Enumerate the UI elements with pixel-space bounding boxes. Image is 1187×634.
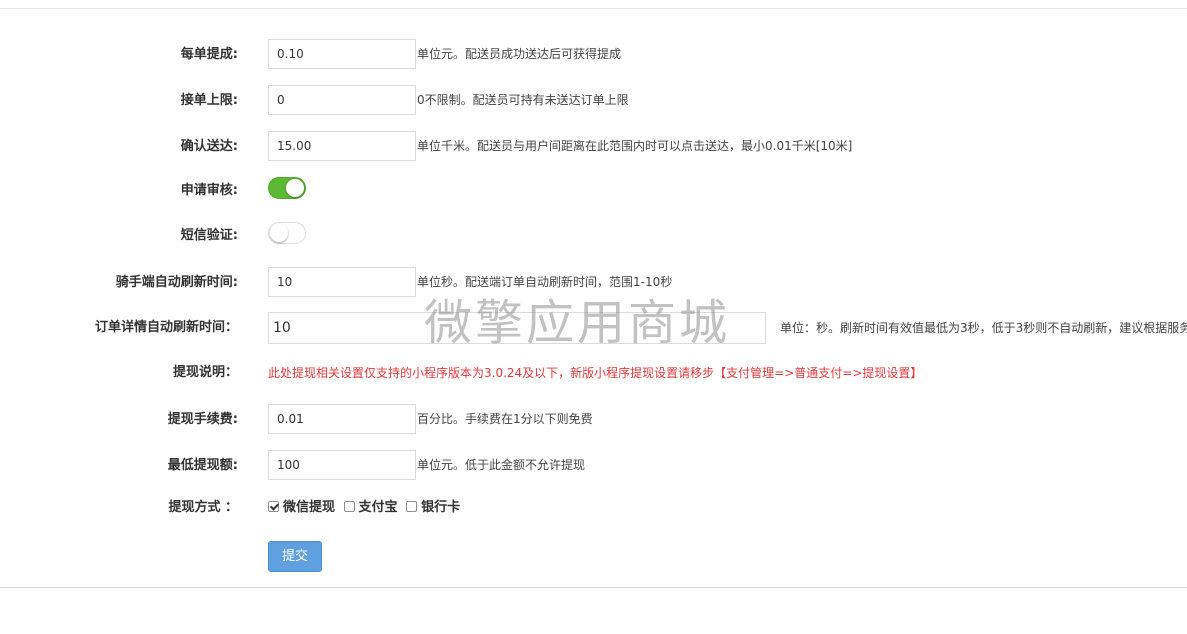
row-withdraw-note: 提现说明： 此处提现相关设置仅支持的小程序版本为3.0.24及以下，新版小程序提… xyxy=(0,357,1187,389)
toggle-knob xyxy=(286,179,304,197)
checkbox-icon[interactable] xyxy=(343,501,355,512)
min-withdraw-input[interactable]: 100 xyxy=(268,450,416,480)
withdraw-method-alipay[interactable]: 支付宝 xyxy=(343,500,398,515)
row-rider-refresh: 骑手端自动刷新时间: 10 单位秒。配送端订单自动刷新时间，范围1-10秒 xyxy=(0,267,1187,299)
withdraw-method-label: 支付宝 xyxy=(358,500,398,515)
rider-refresh-input[interactable]: 10 xyxy=(268,267,416,297)
withdraw-methods-label: 提现方式 ： xyxy=(168,500,238,515)
checkbox-checked-icon[interactable] xyxy=(268,501,279,512)
confirm-delivery-hint: 单位千米。配送员与用户间距离在此范围内时可以点击送达，最小0.01千米[10米] xyxy=(417,139,853,153)
row-min-withdraw: 最低提现额: 100 单位元。低于此金额不允许提现 xyxy=(0,450,1187,482)
confirm-delivery-input[interactable]: 15.00 xyxy=(268,131,416,161)
apply-review-label: 申请审核: xyxy=(180,183,238,198)
rider-refresh-hint: 单位秒。配送端订单自动刷新时间，范围1-10秒 xyxy=(417,275,673,289)
withdraw-fee-label: 提现手续费: xyxy=(167,412,238,427)
order-detail-refresh-hint: 单位：秒。刷新时间有效值最低为3秒，低于3秒则不自动刷新，建议根据服务 xyxy=(780,321,1187,335)
submit-button[interactable]: 提交 xyxy=(268,541,322,572)
order-limit-input[interactable]: 0 xyxy=(268,85,416,115)
top-divider xyxy=(0,8,1187,9)
rider-refresh-label: 骑手端自动刷新时间: xyxy=(115,275,238,290)
apply-review-toggle[interactable] xyxy=(268,177,306,199)
commission-input[interactable]: 0.10 xyxy=(268,39,416,69)
row-commission: 每单提成: 0.10 单位元。配送员成功送达后可获得提成 xyxy=(0,39,1187,71)
row-confirm-delivery: 确认送达: 15.00 单位千米。配送员与用户间距离在此范围内时可以点击送达，最… xyxy=(0,131,1187,163)
withdraw-notice-text: 此处提现相关设置仅支持的小程序版本为3.0.24及以下，新版小程序提现设置请移步… xyxy=(268,366,923,380)
withdraw-fee-input[interactable]: 0.01 xyxy=(268,404,416,434)
bottom-divider xyxy=(0,587,1187,588)
confirm-delivery-label: 确认送达: xyxy=(180,139,238,154)
row-withdraw-methods: 提现方式 ： 微信提现 支付宝 银行卡 xyxy=(0,492,1187,524)
sms-verify-toggle[interactable] xyxy=(268,222,306,244)
order-detail-refresh-label: 订单详情自动刷新时间： xyxy=(94,320,238,335)
order-limit-label: 接单上限: xyxy=(180,93,238,108)
row-apply-review: 申请审核: xyxy=(0,175,1187,207)
withdraw-fee-hint: 百分比。手续费在1分以下则免费 xyxy=(417,412,593,426)
min-withdraw-hint: 单位元。低于此金额不允许提现 xyxy=(417,458,586,472)
withdraw-note-label: 提现说明： xyxy=(172,365,238,380)
commission-label: 每单提成: xyxy=(180,47,238,62)
withdraw-methods-group: 微信提现 支付宝 银行卡 xyxy=(268,492,464,524)
row-withdraw-fee: 提现手续费: 0.01 百分比。手续费在1分以下则免费 xyxy=(0,404,1187,436)
toggle-knob xyxy=(270,224,288,242)
commission-hint: 单位元。配送员成功送达后可获得提成 xyxy=(417,47,622,61)
row-order-detail-refresh: 订单详情自动刷新时间： 10 单位：秒。刷新时间有效值最低为3秒，低于3秒则不自… xyxy=(0,312,1187,344)
order-limit-hint: 0不限制。配送员可持有未送达订单上限 xyxy=(417,93,629,107)
order-detail-refresh-input[interactable]: 10 xyxy=(268,312,766,344)
min-withdraw-label: 最低提现额: xyxy=(167,458,238,473)
row-order-limit: 接单上限: 0 0不限制。配送员可持有未送达订单上限 xyxy=(0,85,1187,117)
withdraw-method-label: 银行卡 xyxy=(421,500,461,515)
sms-verify-label: 短信验证: xyxy=(180,228,238,243)
row-sms-verify: 短信验证: xyxy=(0,220,1187,252)
checkbox-icon[interactable] xyxy=(406,501,418,512)
withdraw-method-label: 微信提现 xyxy=(283,500,336,515)
withdraw-method-wechat[interactable]: 微信提现 xyxy=(268,500,335,515)
withdraw-method-bankcard[interactable]: 银行卡 xyxy=(406,500,460,515)
